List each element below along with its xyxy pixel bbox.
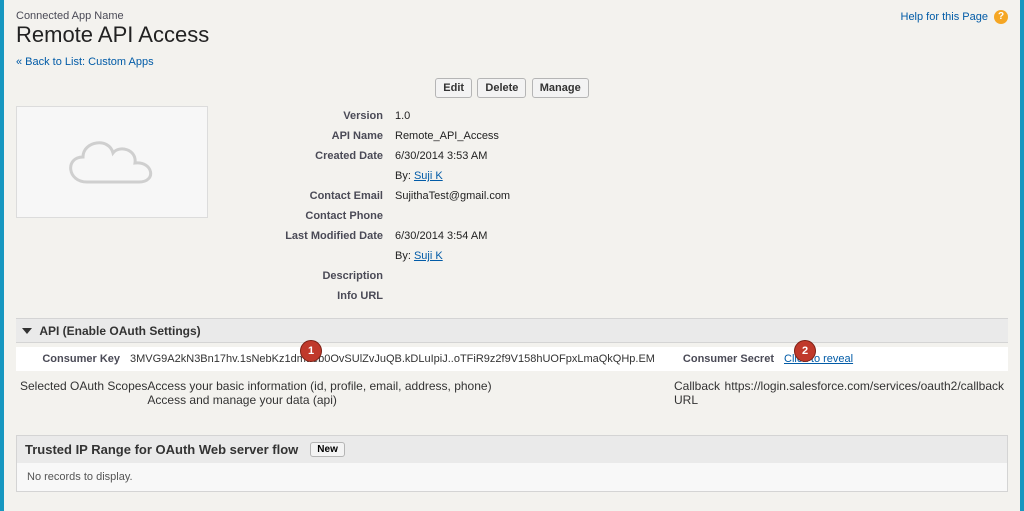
- api-name-value: Remote_API_Access: [395, 126, 988, 146]
- page-title: Remote API Access: [16, 22, 1008, 48]
- modified-by-prefix: By:: [395, 250, 411, 262]
- callback-url-value: https://login.salesforce.com/services/oa…: [725, 379, 1004, 393]
- info-url-value: [395, 286, 988, 306]
- contact-phone-label: Contact Phone: [228, 206, 395, 226]
- detail-table: Version1.0 API NameRemote_API_Access Cre…: [228, 106, 988, 306]
- connected-app-label: Connected App Name: [16, 10, 1008, 22]
- trusted-ip-empty-message: No records to display.: [17, 463, 1007, 491]
- oauth-scope-line-1: Access your basic information (id, profi…: [147, 379, 491, 393]
- created-by-user-link[interactable]: Suji K: [414, 170, 443, 182]
- annotation-badge-2: 2: [794, 340, 816, 362]
- created-date-value: 6/30/2014 3:53 AM: [395, 146, 988, 166]
- api-section-header[interactable]: API (Enable OAuth Settings): [16, 318, 1008, 343]
- help-for-page-link[interactable]: Help for this Page ?: [901, 10, 1009, 24]
- callback-url-label: Callback URL: [674, 379, 725, 407]
- new-trusted-ip-button[interactable]: New: [310, 442, 345, 457]
- version-value: 1.0: [395, 106, 988, 126]
- manage-button[interactable]: Manage: [532, 78, 589, 98]
- annotation-badge-1: 1: [300, 340, 322, 362]
- oauth-scope-line-2: Access and manage your data (api): [147, 393, 491, 407]
- version-label: Version: [228, 106, 395, 126]
- modified-date-value: 6/30/2014 3:54 AM: [395, 226, 988, 246]
- trusted-ip-title: Trusted IP Range for OAuth Web server fl…: [25, 442, 298, 457]
- modified-date-label: Last Modified Date: [228, 226, 395, 246]
- contact-email-value: SujithaTest@gmail.com: [395, 186, 988, 206]
- contact-email-label: Contact Email: [228, 186, 395, 206]
- edit-button[interactable]: Edit: [435, 78, 472, 98]
- description-value: [395, 266, 988, 286]
- app-logo-thumbnail: [16, 106, 208, 218]
- caret-down-icon: [22, 328, 32, 334]
- trusted-ip-section: Trusted IP Range for OAuth Web server fl…: [16, 435, 1008, 492]
- created-date-label: Created Date: [228, 146, 395, 166]
- info-url-label: Info URL: [228, 286, 395, 306]
- consumer-key-label: Consumer Key: [20, 353, 130, 365]
- api-section-title: API (Enable OAuth Settings): [39, 324, 200, 338]
- delete-button[interactable]: Delete: [477, 78, 526, 98]
- consumer-key-value: 3MVG9A2kN3Bn17hv.1sNebKz1dmtIeb0OvSUlZvJ…: [130, 353, 655, 365]
- description-label: Description: [228, 266, 395, 286]
- help-icon: ?: [994, 10, 1008, 24]
- cloud-icon: [57, 127, 167, 197]
- back-to-list-link[interactable]: « Back to List: Custom Apps: [16, 56, 154, 68]
- oauth-scopes-label: Selected OAuth Scopes: [20, 379, 147, 393]
- created-by-prefix: By:: [395, 170, 411, 182]
- help-text: Help for this Page: [901, 11, 988, 23]
- contact-phone-value: [395, 206, 988, 226]
- modified-by-user-link[interactable]: Suji K: [414, 250, 443, 262]
- consumer-secret-label: Consumer Secret: [674, 353, 784, 365]
- api-name-label: API Name: [228, 126, 395, 146]
